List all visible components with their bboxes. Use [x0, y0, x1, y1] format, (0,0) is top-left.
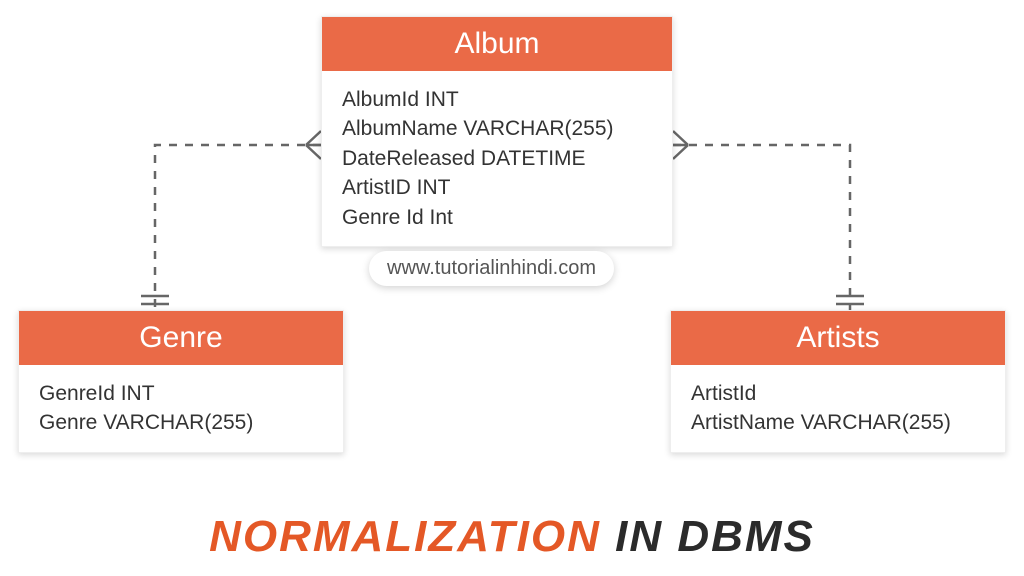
entity-album: Album AlbumId INT AlbumName VARCHAR(255)…: [321, 16, 673, 247]
entity-genre-body: GenreId INT Genre VARCHAR(255): [19, 365, 343, 452]
attr: Genre VARCHAR(255): [39, 408, 323, 437]
entity-artists: Artists ArtistId ArtistName VARCHAR(255): [670, 310, 1006, 453]
entity-album-title: Album: [322, 17, 672, 71]
attr: AlbumId INT: [342, 85, 652, 114]
attr: Genre Id Int: [342, 203, 652, 232]
entity-artists-title: Artists: [671, 311, 1005, 365]
attr: ArtistName VARCHAR(255): [691, 408, 985, 437]
attr: DateReleased DATETIME: [342, 144, 652, 173]
caption-rest: IN DBMS: [601, 512, 815, 561]
entity-genre-title: Genre: [19, 311, 343, 365]
caption: NORMALIZATION IN DBMS: [0, 512, 1024, 562]
attr: AlbumName VARCHAR(255): [342, 114, 652, 143]
entity-artists-body: ArtistId ArtistName VARCHAR(255): [671, 365, 1005, 452]
attr: ArtistId: [691, 379, 985, 408]
entity-album-body: AlbumId INT AlbumName VARCHAR(255) DateR…: [322, 71, 672, 246]
attr: GenreId INT: [39, 379, 323, 408]
watermark: www.tutorialinhindi.com: [369, 251, 614, 286]
attr: ArtistID INT: [342, 173, 652, 202]
caption-accent-word: NORMALIZATION: [209, 512, 601, 561]
entity-genre: Genre GenreId INT Genre VARCHAR(255): [18, 310, 344, 453]
